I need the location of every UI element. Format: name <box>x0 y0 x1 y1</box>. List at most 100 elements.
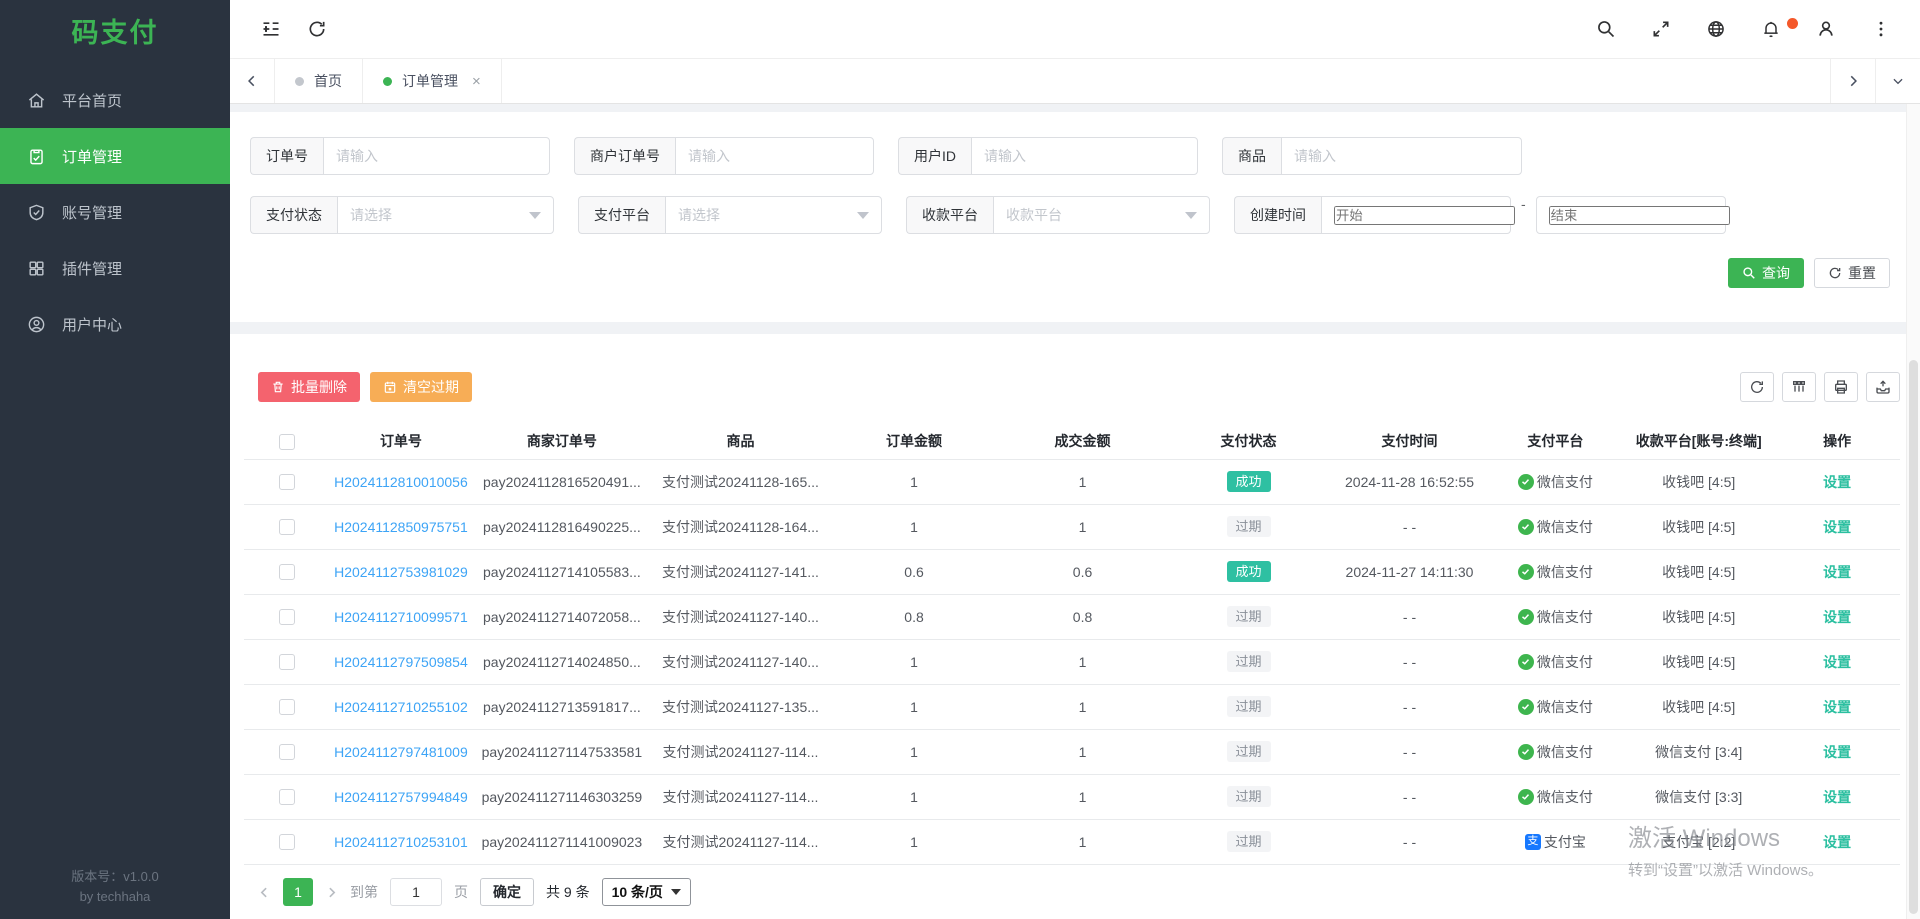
row-settings-link[interactable]: 设置 <box>1823 699 1851 715</box>
column-settings-icon[interactable] <box>1782 372 1816 402</box>
row-checkbox[interactable] <box>279 789 295 805</box>
row-checkbox[interactable] <box>279 609 295 625</box>
wechat-pay-icon <box>1518 699 1534 715</box>
export-icon[interactable] <box>1866 372 1900 402</box>
sidebar-item-plugin-management[interactable]: 插件管理 <box>0 240 230 296</box>
order-number-link[interactable]: H2024112797509854 <box>334 654 468 670</box>
order-number-link[interactable]: H2024112710253101 <box>334 834 468 850</box>
order-number-link[interactable]: H2024112710255102 <box>334 699 468 715</box>
order-number-link[interactable]: H2024112753981029 <box>334 564 468 580</box>
payment-status-select[interactable]: 请选择 <box>337 196 554 234</box>
column-order-number: 订单号 <box>331 424 472 459</box>
product-cell: 支付测试20241127-114... <box>652 774 828 819</box>
table-row: H2024112710253101pay202411271141009023支付… <box>244 819 1900 864</box>
notifications-bell-icon[interactable] <box>1760 18 1782 40</box>
tab-home[interactable]: 首页 <box>275 59 363 103</box>
row-settings-link[interactable]: 设置 <box>1823 609 1851 625</box>
row-checkbox[interactable] <box>279 654 295 670</box>
select-all-checkbox[interactable] <box>279 434 295 450</box>
row-settings-link[interactable]: 设置 <box>1823 654 1851 670</box>
receiving-platform-select[interactable]: 收款平台 <box>993 196 1210 234</box>
merchant-order-number-input[interactable] <box>688 148 861 164</box>
checkbox-cell <box>244 819 331 864</box>
search-button[interactable]: 查询 <box>1728 258 1804 288</box>
field-label: 商户订单号 <box>574 137 675 175</box>
tabs-scroll-left-icon[interactable] <box>230 59 275 103</box>
row-checkbox[interactable] <box>279 564 295 580</box>
order-number-link[interactable]: H2024112810010056 <box>334 474 468 490</box>
row-settings-link[interactable]: 设置 <box>1823 789 1851 805</box>
search-icon[interactable] <box>1595 18 1617 40</box>
platform-cell-content: 微信支付 <box>1518 697 1593 717</box>
row-checkbox[interactable] <box>279 834 295 850</box>
product-cell: 支付测试20241127-114... <box>652 729 828 774</box>
platform-cell: 微信支付 <box>1487 594 1623 639</box>
row-settings-link[interactable]: 设置 <box>1823 834 1851 850</box>
row-settings-link[interactable]: 设置 <box>1823 474 1851 490</box>
page-number-active[interactable]: 1 <box>283 878 313 906</box>
goto-confirm-button[interactable]: 确定 <box>480 878 534 906</box>
order-number-input[interactable] <box>336 148 537 164</box>
payment-platform-select[interactable]: 请选择 <box>665 196 882 234</box>
row-checkbox[interactable] <box>279 744 295 760</box>
sidebar-item-account-management[interactable]: 账号管理 <box>0 184 230 240</box>
reset-button[interactable]: 重置 <box>1814 258 1890 288</box>
order-number-link[interactable]: H2024112850975751 <box>334 519 468 535</box>
checkbox-cell <box>244 594 331 639</box>
row-settings-link[interactable]: 设置 <box>1823 564 1851 580</box>
refresh-page-icon[interactable] <box>306 18 328 40</box>
order-number-link[interactable]: H2024112797481009 <box>334 744 468 760</box>
platform-cell: 支支付宝 <box>1487 819 1623 864</box>
date-range-separator: - <box>1521 196 1526 234</box>
print-icon[interactable] <box>1824 372 1858 402</box>
app-window: 码支付 平台首页 订单管理 账号管理 插件管理 用户中心 <box>0 0 1920 919</box>
sidebar-fold-icon[interactable] <box>260 18 282 40</box>
user-avatar-icon[interactable] <box>1815 18 1837 40</box>
receiving-account-cell: 收钱吧 [4:5] <box>1623 459 1774 504</box>
paid-amount-cell: 1 <box>1000 684 1166 729</box>
checkbox-cell <box>244 684 331 729</box>
row-checkbox[interactable] <box>279 699 295 715</box>
more-options-icon[interactable] <box>1870 18 1892 40</box>
column-merchant-order-number: 商家订单号 <box>471 424 652 459</box>
next-page-icon[interactable] <box>325 886 338 899</box>
filter-payment-platform: 支付平台 请选择 <box>578 196 882 234</box>
row-settings-link[interactable]: 设置 <box>1823 519 1851 535</box>
order-number-link[interactable]: H2024112757994849 <box>334 789 468 805</box>
table-refresh-icon[interactable] <box>1740 372 1774 402</box>
language-globe-icon[interactable] <box>1705 18 1727 40</box>
row-checkbox[interactable] <box>279 519 295 535</box>
row-checkbox[interactable] <box>279 474 295 490</box>
page-size-select[interactable]: 10 条/页 <box>602 878 691 906</box>
actions-cell: 设置 <box>1774 594 1900 639</box>
tabs-scroll-right-icon[interactable] <box>1830 59 1875 103</box>
goto-page-input[interactable] <box>390 878 442 906</box>
fullscreen-icon[interactable] <box>1650 18 1672 40</box>
row-settings-link[interactable]: 设置 <box>1823 744 1851 760</box>
scrollbar-thumb[interactable] <box>1909 360 1918 914</box>
table-row: H2024112710099571pay2024112714072058...支… <box>244 594 1900 639</box>
order-number-link[interactable]: H2024112710099571 <box>334 609 468 625</box>
create-time-end-input[interactable] <box>1549 206 1730 225</box>
wechat-pay-icon <box>1518 789 1534 805</box>
platform-name: 微信支付 <box>1537 697 1593 717</box>
tabs-collapse-icon[interactable] <box>1875 59 1920 103</box>
tab-close-icon[interactable]: × <box>472 74 481 89</box>
create-time-start-input[interactable] <box>1334 206 1515 225</box>
clear-expired-button[interactable]: 清空过期 <box>370 372 472 402</box>
table-panel: 批量删除 清空过期 <box>230 334 1920 919</box>
batch-delete-button[interactable]: 批量删除 <box>258 372 360 402</box>
grid-icon <box>27 259 46 278</box>
order-amount-cell: 1 <box>829 459 1000 504</box>
prev-page-icon[interactable] <box>258 886 271 899</box>
page-scrollbar[interactable] <box>1906 104 1920 919</box>
sidebar-item-platform-home[interactable]: 平台首页 <box>0 72 230 128</box>
table-row: H2024112797481009pay202411271147533581支付… <box>244 729 1900 774</box>
sidebar-item-order-management[interactable]: 订单管理 <box>0 128 230 184</box>
user-id-input[interactable] <box>984 148 1185 164</box>
status-badge: 成功 <box>1227 561 1271 582</box>
sidebar-item-user-center[interactable]: 用户中心 <box>0 296 230 352</box>
product-input[interactable] <box>1294 148 1509 164</box>
tab-order-management[interactable]: 订单管理 × <box>363 59 502 103</box>
field-label: 订单号 <box>250 137 323 175</box>
